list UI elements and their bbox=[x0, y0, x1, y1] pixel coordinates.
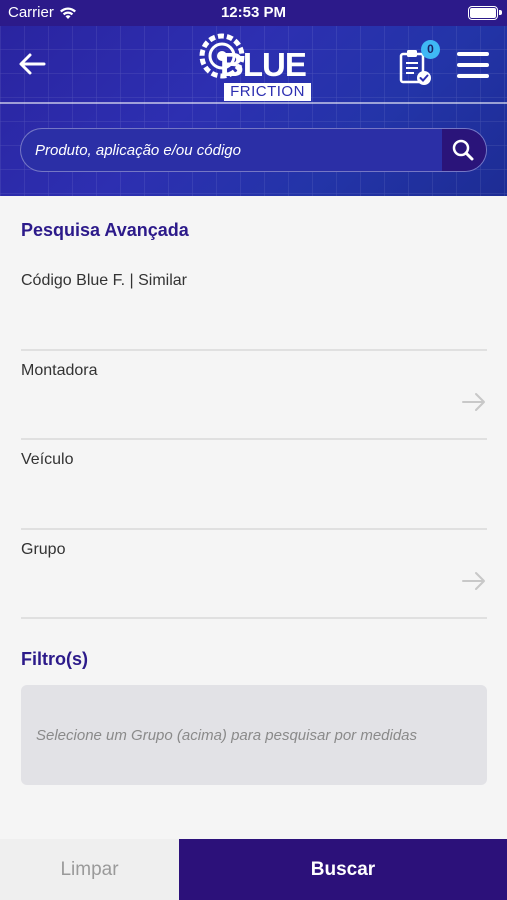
clear-button[interactable]: Limpar bbox=[0, 839, 179, 900]
advanced-search-title: Pesquisa Avançada bbox=[21, 220, 189, 240]
field-label: Grupo bbox=[21, 541, 66, 558]
filters-hint: Selecione um Grupo (acima) para pesquisa… bbox=[36, 726, 418, 744]
status-bar: Carrier 12:53 PM bbox=[0, 0, 507, 26]
logo-text-blue: BLUE bbox=[220, 46, 307, 83]
menu-icon-line bbox=[457, 74, 489, 78]
menu-icon bbox=[457, 52, 489, 56]
arrow-right-icon[interactable] bbox=[461, 571, 487, 591]
clock: 12:53 PM bbox=[220, 4, 287, 21]
field-label: Veículo bbox=[21, 451, 74, 468]
search-button[interactable] bbox=[442, 129, 486, 171]
menu-button[interactable] bbox=[457, 50, 489, 80]
search-submit-button[interactable]: Buscar bbox=[179, 839, 507, 900]
header-divider bbox=[0, 102, 507, 104]
back-arrow-icon bbox=[19, 53, 46, 75]
field-label: Montadora bbox=[21, 362, 98, 379]
field-underline bbox=[21, 349, 487, 351]
logo-text-friction: FRICTION bbox=[224, 83, 311, 101]
field-underline bbox=[21, 617, 487, 619]
cart-count-badge: 0 bbox=[421, 40, 440, 59]
automaker-field[interactable]: Montadora bbox=[21, 362, 487, 440]
field-underline bbox=[21, 438, 487, 440]
back-button[interactable] bbox=[14, 46, 50, 82]
blue-friction-logo: BLUE FRICTION bbox=[196, 30, 314, 101]
battery-icon bbox=[468, 6, 502, 20]
field-label: Código Blue F. | Similar bbox=[21, 272, 187, 289]
search-input[interactable] bbox=[21, 129, 443, 171]
search-bar bbox=[20, 128, 487, 172]
menu-icon-line bbox=[457, 63, 489, 67]
search-icon bbox=[452, 139, 474, 161]
filters-placeholder-box: Selecione um Grupo (acima) para pesquisa… bbox=[21, 685, 487, 785]
code-field[interactable]: Código Blue F. | Similar bbox=[21, 272, 487, 352]
arrow-right-icon[interactable] bbox=[461, 392, 487, 412]
group-field[interactable]: Grupo bbox=[21, 541, 487, 619]
vehicle-field[interactable]: Veículo bbox=[21, 451, 487, 530]
filters-title: Filtro(s) bbox=[21, 649, 88, 669]
app-header: BLUE FRICTION 0 bbox=[0, 26, 507, 196]
field-underline bbox=[21, 528, 487, 530]
